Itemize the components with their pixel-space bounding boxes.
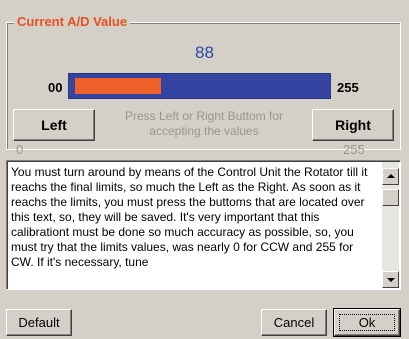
hint-text: Press Left or Right Buttom for accepting… [124,109,284,138]
left-limit-value: 0 [16,142,24,157]
instructions-text: You must turn around by means of the Con… [11,165,368,269]
instructions-textarea[interactable]: You must turn around by means of the Con… [6,160,401,290]
cancel-button[interactable]: Cancel [261,309,327,336]
calibration-dialog: Current A/D Value 88 00 255 Left Press L… [0,0,409,339]
triangle-down-icon [387,278,395,282]
default-button[interactable]: Default [6,309,72,336]
group-title: Current A/D Value [14,14,131,30]
bar-max-label: 255 [337,80,359,95]
right-limit-value: 255 [343,142,365,157]
scroll-up-button[interactable] [382,168,399,185]
bar-min-label: 00 [48,80,63,95]
ad-value-bar [68,73,331,99]
ok-button-label: Ok [358,315,376,330]
left-button[interactable]: Left [13,109,95,141]
scroll-thumb[interactable] [382,189,399,206]
ok-button[interactable]: Ok [333,308,401,337]
right-button[interactable]: Right [312,109,394,141]
ad-value-bar-fill [75,78,161,94]
ad-value-readout: 88 [195,43,214,62]
triangle-up-icon [387,174,395,178]
vertical-scrollbar[interactable] [382,162,399,288]
scroll-down-button[interactable] [382,271,399,288]
